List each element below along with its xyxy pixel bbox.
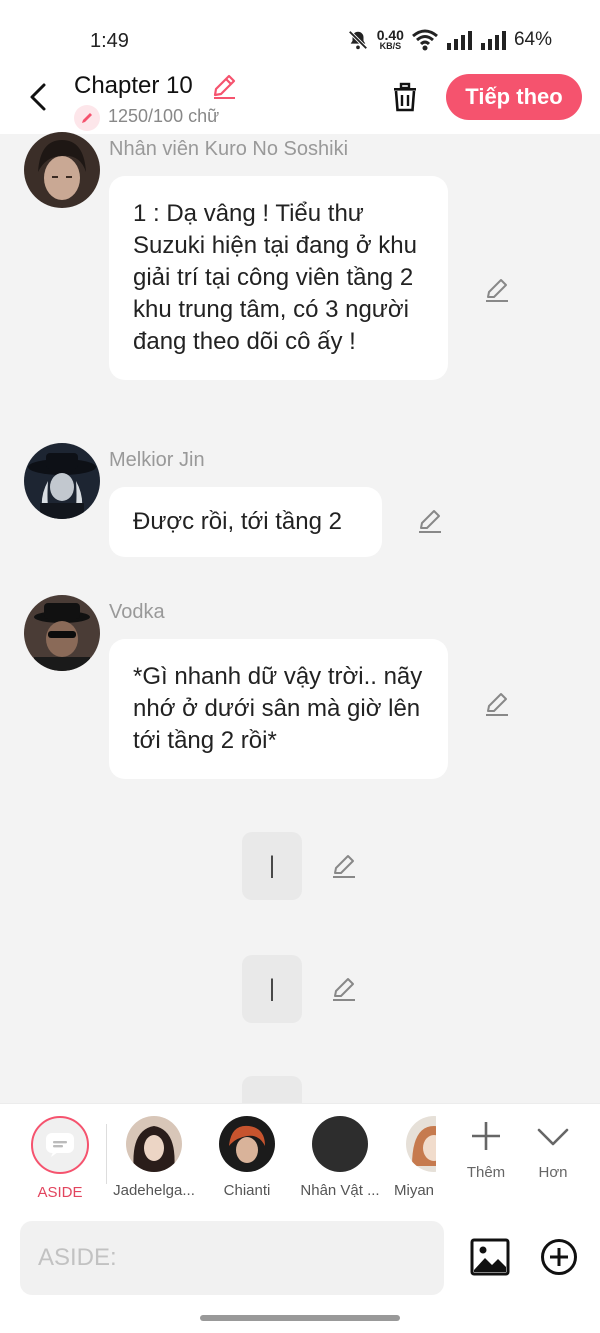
character-name: ASIDE <box>37 1184 83 1201</box>
character-item[interactable]: Nhân Vật ... <box>292 1116 388 1199</box>
image-icon[interactable] <box>470 1237 510 1277</box>
avatar[interactable] <box>24 443 100 519</box>
avatar[interactable] <box>24 132 100 208</box>
sender-name: Vodka <box>109 601 165 623</box>
network-speed-value: 0.40 <box>376 27 404 43</box>
avatar[interactable] <box>24 595 100 671</box>
status-time: 1:49 <box>90 30 129 52</box>
aside-bubble[interactable]: | <box>242 955 302 1023</box>
status-bar: 1:49 0.40 KB/S 64% <box>0 0 600 70</box>
signal-icon-2 <box>480 30 506 50</box>
chapter-header: Chapter 10 1250/100 chữ Tiếp theo <box>0 70 600 134</box>
character-name: Jadehelga... <box>113 1182 195 1199</box>
add-circle-icon[interactable] <box>540 1238 578 1276</box>
battery-level: 64% <box>513 28 552 50</box>
character-name: Miyan <box>394 1182 434 1199</box>
wifi-icon <box>412 29 438 50</box>
add-character-button[interactable]: Thêm <box>456 1118 516 1181</box>
network-speed-unit: KB/S <box>379 41 402 51</box>
aside-input[interactable] <box>20 1221 444 1295</box>
character-name: Chianti <box>223 1182 271 1199</box>
trash-icon[interactable] <box>388 80 422 114</box>
message-bubble[interactable]: *Gì nhanh dữ vậy trời.. nãy nhớ ở dưới s… <box>109 639 448 779</box>
character-item[interactable]: Chianti <box>199 1116 295 1199</box>
message-bubble[interactable]: 1 : Dạ vâng ! Tiểu thư Suzuki hiện tại đ… <box>109 176 448 380</box>
edit-pencil-icon[interactable] <box>330 852 358 880</box>
avatar <box>406 1116 436 1172</box>
avatar <box>219 1116 275 1172</box>
input-row <box>0 1211 600 1333</box>
aside-bubble[interactable]: | <box>242 832 302 900</box>
message-bubble[interactable]: Được rồi, tới tầng 2 <box>109 487 382 557</box>
aside-bubble-partial[interactable] <box>242 1076 302 1103</box>
back-arrow-icon[interactable] <box>22 80 56 114</box>
status-icons: 0.40 KB/S 64% <box>347 28 552 51</box>
edit-pencil-icon[interactable] <box>416 507 444 535</box>
signal-icon <box>446 30 472 50</box>
edit-pencil-icon[interactable] <box>483 276 511 304</box>
avatar <box>126 1116 182 1172</box>
edit-pencil-icon[interactable] <box>483 690 511 718</box>
word-count: 1250/100 chữ <box>108 106 220 126</box>
aside-avatar <box>31 1116 89 1174</box>
sender-name: Nhân viên Kuro No Soshiki <box>109 138 349 160</box>
more-button[interactable]: Hơn <box>523 1118 583 1181</box>
character-item[interactable]: Jadehelga... <box>106 1116 202 1199</box>
character-bar: ASIDE Jadehelga... Chianti Nhân Vật ... … <box>0 1103 600 1211</box>
edit-pencil-icon[interactable] <box>330 975 358 1003</box>
character-aside[interactable]: ASIDE <box>12 1116 108 1201</box>
avatar <box>312 1116 368 1172</box>
sender-name: Melkior Jin <box>109 449 205 471</box>
add-label: Thêm <box>466 1164 506 1181</box>
chevron-down-icon <box>537 1128 569 1146</box>
character-item[interactable]: Miyan <box>388 1116 436 1199</box>
character-name: Nhân Vật ... <box>300 1182 380 1199</box>
next-chapter-button[interactable]: Tiếp theo <box>446 74 582 120</box>
wordcount-pencil-icon <box>74 105 100 131</box>
more-label: Hơn <box>538 1164 568 1181</box>
home-indicator[interactable] <box>200 1315 400 1321</box>
network-speed: 0.40 KB/S <box>377 28 404 51</box>
pencil-icon[interactable] <box>210 72 238 100</box>
chapter-title[interactable]: Chapter 10 <box>74 72 193 100</box>
bell-muted-icon <box>348 29 368 50</box>
plus-icon <box>472 1122 500 1150</box>
